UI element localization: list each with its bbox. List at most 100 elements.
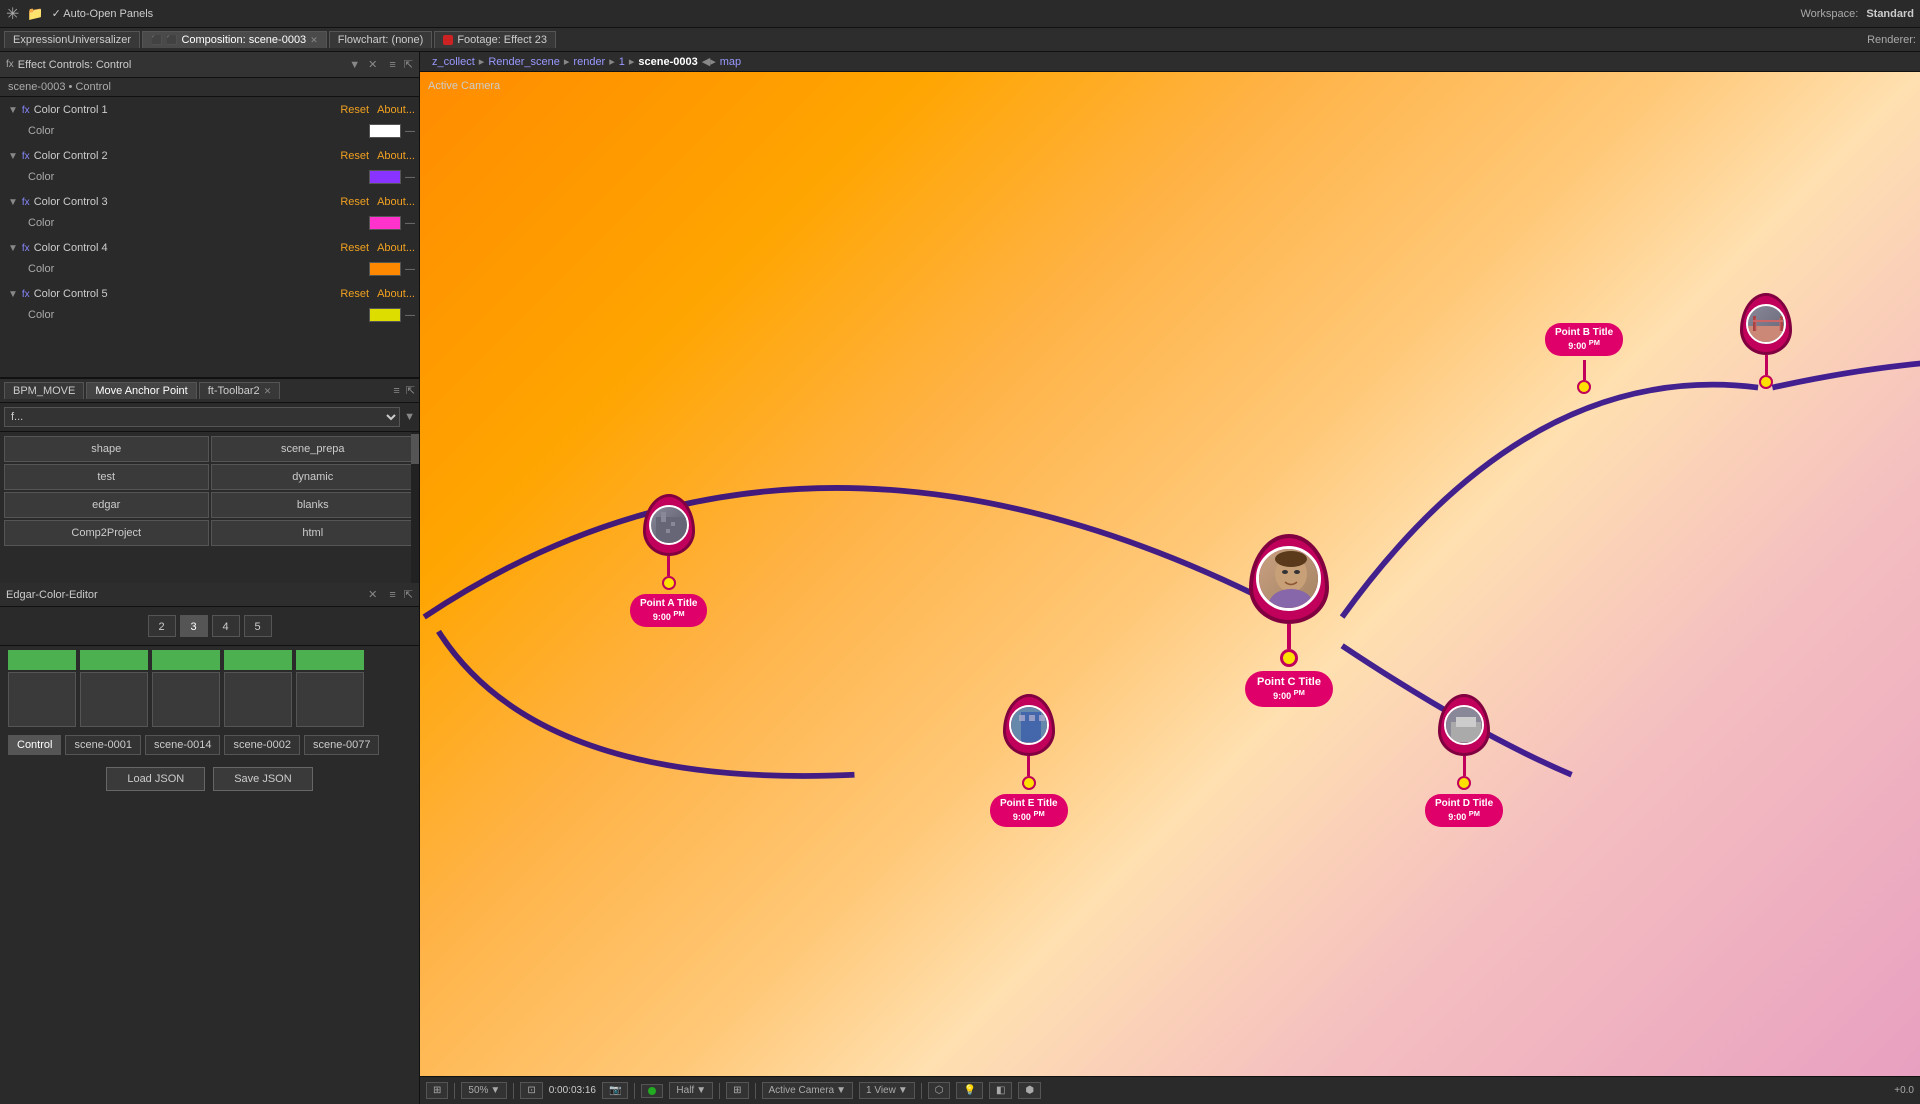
- about-button[interactable]: About...: [377, 242, 415, 254]
- bpm-arrow-icon[interactable]: ⇱: [406, 384, 415, 397]
- tab-bpm-move[interactable]: BPM_MOVE: [4, 382, 84, 399]
- edgar-tab-2[interactable]: 2: [148, 615, 176, 637]
- swatch-top-3[interactable]: [152, 650, 220, 670]
- swatch-bottom-3[interactable]: [152, 672, 220, 727]
- save-json-button[interactable]: Save JSON: [213, 767, 312, 791]
- ec-menu-icon[interactable]: ≡: [389, 59, 395, 71]
- ec-close-icon[interactable]: ✕: [368, 58, 377, 71]
- view-btn[interactable]: 1 View ▼: [859, 1082, 915, 1099]
- ft-close-icon[interactable]: ✕: [264, 386, 272, 397]
- zoom-btn[interactable]: 50% ▼: [461, 1082, 507, 1099]
- ec-scroll-area[interactable]: ▼ fx Color Control 1 Reset About... Colo…: [0, 97, 419, 377]
- auto-open-panels[interactable]: ✓ Auto-Open Panels: [52, 7, 154, 20]
- edgar-arrow-icon[interactable]: ⇱: [404, 588, 413, 601]
- fit-icon-btn[interactable]: ⊡: [520, 1082, 542, 1099]
- scene-btn-control[interactable]: Control: [8, 735, 61, 755]
- reset-button[interactable]: Reset: [340, 104, 369, 116]
- bpm-dropdown-icon[interactable]: ▼: [404, 411, 415, 423]
- breadcrumb-map[interactable]: map: [716, 56, 745, 68]
- scene-btn-0077[interactable]: scene-0077: [304, 735, 380, 755]
- bpm-select[interactable]: f...: [4, 407, 400, 427]
- breadcrumb-z-collect[interactable]: z_collect: [428, 56, 479, 68]
- scene-btn-0014[interactable]: scene-0014: [145, 735, 221, 755]
- light-btn[interactable]: 💡: [956, 1082, 982, 1099]
- tab-footage[interactable]: Footage: Effect 23: [434, 31, 556, 48]
- expand-icon[interactable]: ▼: [8, 243, 18, 254]
- color-swatch-5[interactable]: [369, 308, 401, 322]
- shadow-btn[interactable]: ◧: [989, 1082, 1012, 1099]
- cc-name: Color Control 4: [34, 242, 341, 254]
- color-swatch-2[interactable]: [369, 170, 401, 184]
- pin-photo-gg: [1746, 304, 1786, 344]
- breadcrumb-1[interactable]: 1: [615, 56, 629, 68]
- ec-arrow-icon[interactable]: ⇱: [404, 58, 413, 71]
- edgar-tab-3[interactable]: 3: [180, 615, 208, 637]
- right-panel: z_collect ▸ Render_scene ▸ render ▸ 1 ▸ …: [420, 52, 1920, 1104]
- quality-btn[interactable]: Half ▼: [669, 1082, 713, 1099]
- active-camera-btn[interactable]: Active Camera ▼: [762, 1082, 853, 1099]
- btn-html[interactable]: html: [211, 520, 416, 546]
- scene-btn-0001[interactable]: scene-0001: [65, 735, 141, 755]
- swatch-top-1[interactable]: [8, 650, 76, 670]
- about-button[interactable]: About...: [377, 150, 415, 162]
- expand-icon[interactable]: ▼: [8, 197, 18, 208]
- swatch-bottom-5[interactable]: [296, 672, 364, 727]
- bpm-menu-icon[interactable]: ≡: [393, 385, 399, 397]
- about-button[interactable]: About...: [377, 288, 415, 300]
- pin-needle-e: [1027, 756, 1030, 776]
- reset-button[interactable]: Reset: [340, 196, 369, 208]
- tab-move-anchor[interactable]: Move Anchor Point: [86, 382, 196, 399]
- swatch-top-5[interactable]: [296, 650, 364, 670]
- color-swatch-1[interactable]: [369, 124, 401, 138]
- swatch-bottom-2[interactable]: [80, 672, 148, 727]
- swatch-bottom-4[interactable]: [224, 672, 292, 727]
- btn-blanks[interactable]: blanks: [211, 492, 416, 518]
- expand-btn[interactable]: ⊞: [426, 1082, 448, 1099]
- swatch-top-2[interactable]: [80, 650, 148, 670]
- draft-btn[interactable]: ⬢: [1018, 1082, 1041, 1099]
- scene-btn-0002[interactable]: scene-0002: [224, 735, 300, 755]
- edgar-tab-4[interactable]: 4: [212, 615, 240, 637]
- breadcrumb-scene-0003[interactable]: scene-0003: [634, 56, 701, 68]
- about-button[interactable]: About...: [377, 104, 415, 116]
- color-swatch-3[interactable]: [369, 216, 401, 230]
- btn-dynamic[interactable]: dynamic: [211, 464, 416, 490]
- swatch-bottom-1[interactable]: [8, 672, 76, 727]
- 3d-btn[interactable]: ⬡: [928, 1082, 951, 1099]
- color-swatch-4[interactable]: [369, 262, 401, 276]
- btn-scene-prepa[interactable]: scene_prepa: [211, 436, 416, 462]
- about-button[interactable]: About...: [377, 196, 415, 208]
- breadcrumb-arrow-icon[interactable]: ◀: [702, 55, 710, 68]
- expand-icon[interactable]: ▼: [8, 151, 18, 162]
- expand-icon[interactable]: ▼: [8, 105, 18, 116]
- folder-icon[interactable]: 📁: [27, 6, 43, 22]
- workspace-label: Workspace:: [1800, 8, 1858, 20]
- reset-button[interactable]: Reset: [340, 242, 369, 254]
- tab-close-icon[interactable]: ✕: [310, 35, 318, 46]
- btn-edgar[interactable]: edgar: [4, 492, 209, 518]
- tab-expression-universalizer[interactable]: ExpressionUniversalizer: [4, 31, 140, 48]
- btn-comp2project[interactable]: Comp2Project: [4, 520, 209, 546]
- load-json-button[interactable]: Load JSON: [106, 767, 205, 791]
- dropdown-arrow-icon[interactable]: ▼: [349, 59, 360, 71]
- btn-test[interactable]: test: [4, 464, 209, 490]
- edgar-tab-5[interactable]: 5: [244, 615, 272, 637]
- tab-composition[interactable]: ⬛ ⬛ Composition: scene-0003 ✕: [142, 31, 327, 48]
- tab-flowchart[interactable]: Flowchart: (none): [329, 31, 433, 48]
- reset-button[interactable]: Reset: [340, 288, 369, 300]
- swatch-top-4[interactable]: [224, 650, 292, 670]
- bpm-scrollbar[interactable]: [411, 432, 419, 583]
- reset-button[interactable]: Reset: [340, 150, 369, 162]
- btn-shape[interactable]: shape: [4, 436, 209, 462]
- expand-icon[interactable]: ▼: [8, 289, 18, 300]
- camera-icon-btn[interactable]: 📷: [602, 1082, 628, 1099]
- edgar-close-icon[interactable]: ✕: [368, 588, 377, 601]
- fx-badge: fx: [22, 289, 30, 300]
- tab-ft-toolbar[interactable]: ft-Toolbar2 ✕: [199, 382, 281, 399]
- sep5: [755, 1083, 756, 1099]
- breadcrumb-render-scene[interactable]: Render_scene: [484, 56, 564, 68]
- grid-btn[interactable]: ⊞: [726, 1082, 748, 1099]
- green-dot-btn[interactable]: [641, 1084, 663, 1098]
- breadcrumb-render[interactable]: render: [569, 56, 609, 68]
- edgar-menu-icon[interactable]: ≡: [389, 589, 395, 601]
